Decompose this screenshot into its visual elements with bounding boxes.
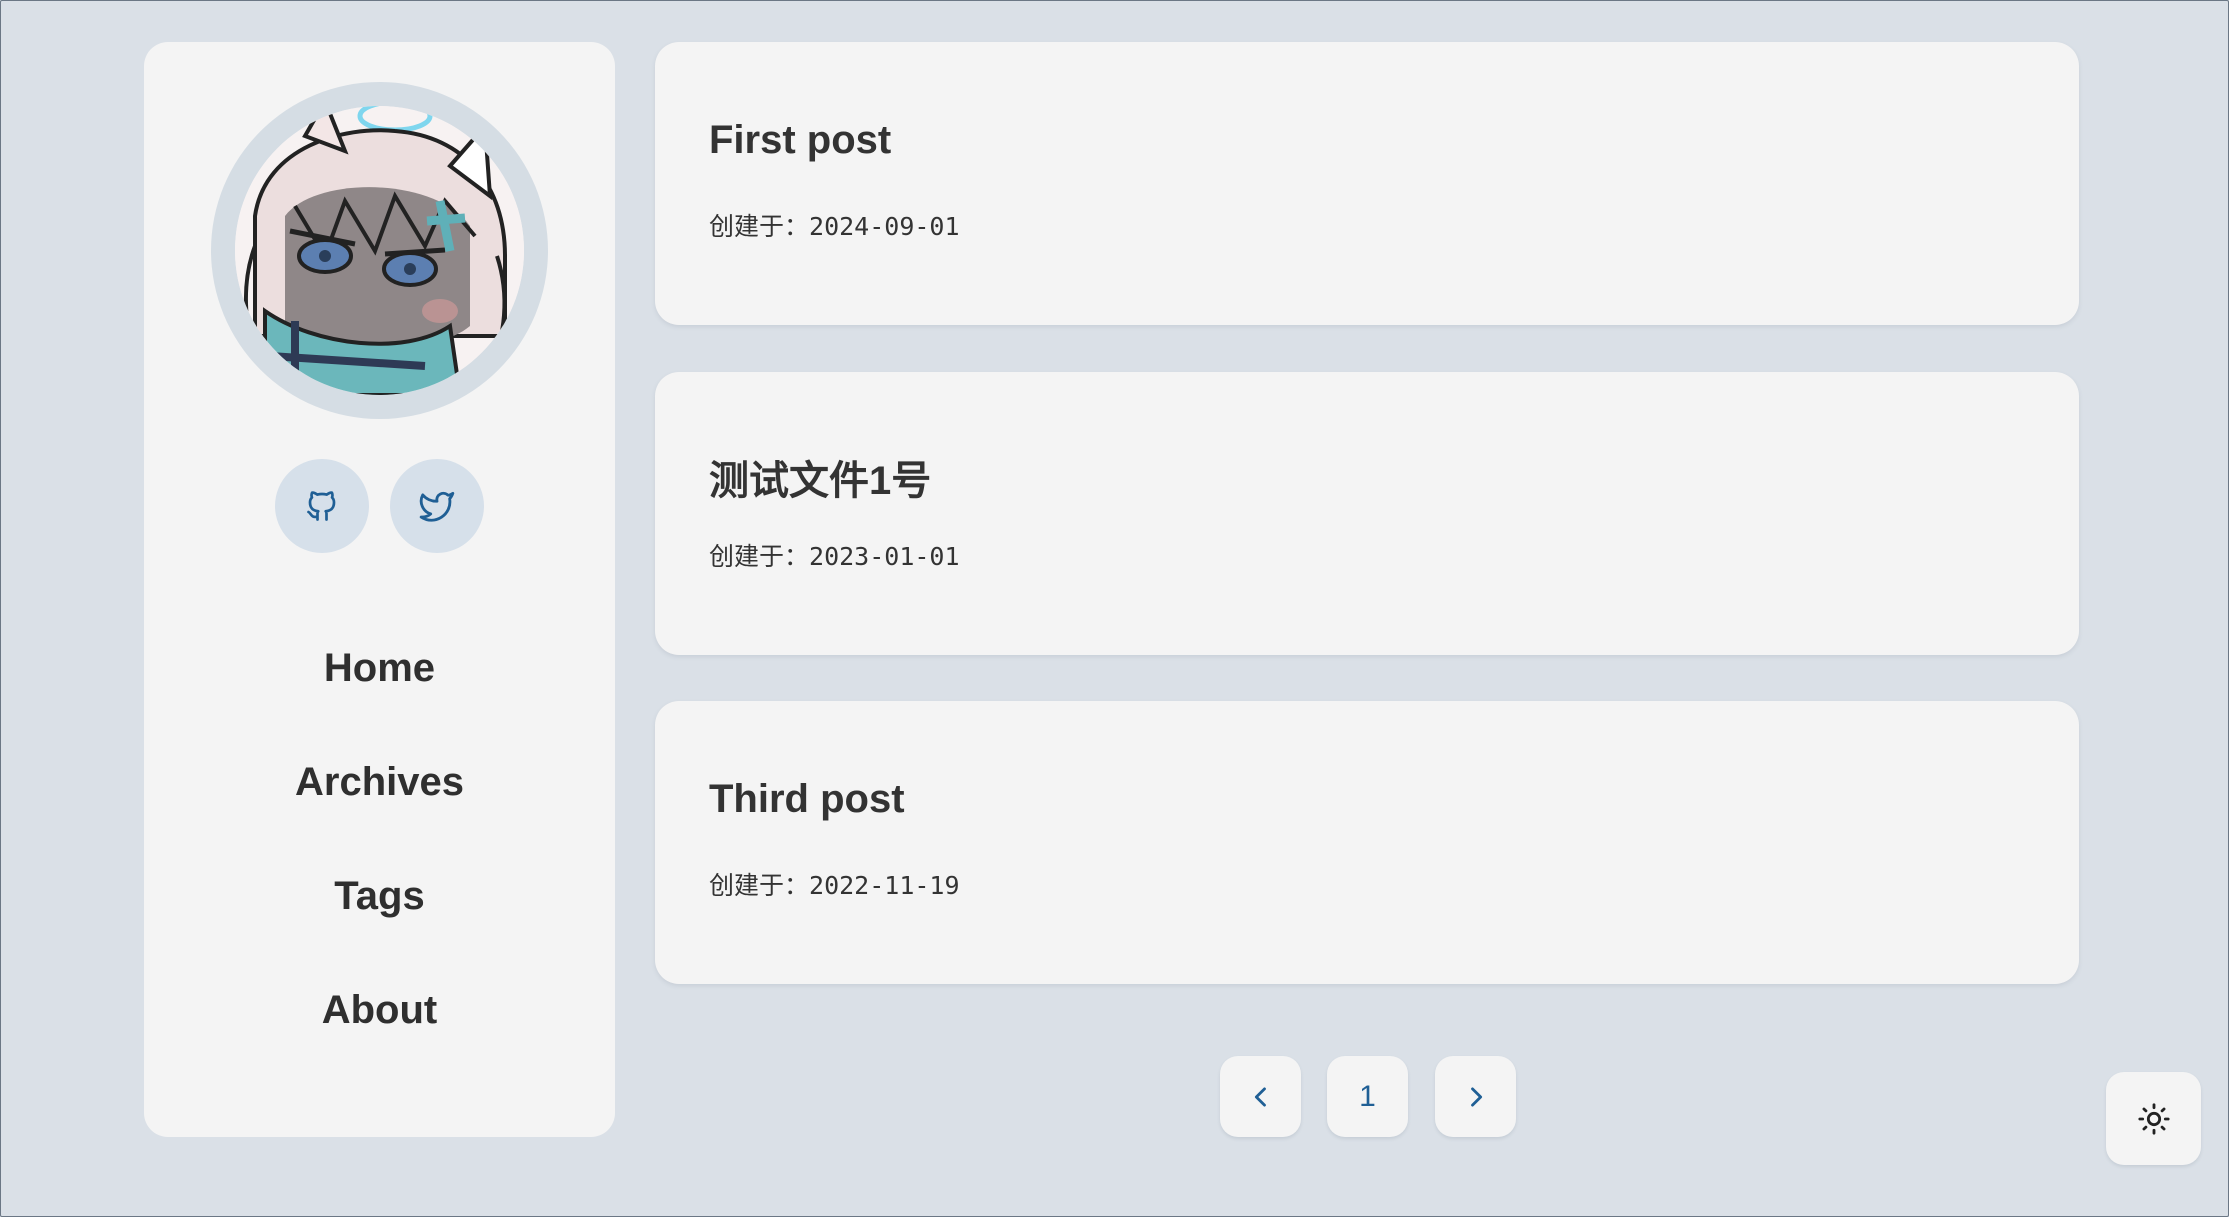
post-title[interactable]: 测试文件1号 — [709, 448, 931, 506]
nav-home[interactable]: Home — [144, 646, 615, 691]
avatar-ring — [211, 82, 548, 419]
post-date-value: 2022-11-19 — [809, 871, 960, 900]
post-title[interactable]: Third post — [709, 777, 905, 822]
post-date-value: 2024-09-01 — [809, 212, 960, 241]
post-card[interactable]: First post 创建于：2024-09-01 — [655, 42, 2079, 325]
chevron-left-icon — [1254, 1086, 1266, 1107]
prev-page-button[interactable] — [1220, 1056, 1301, 1137]
nav-tags[interactable]: Tags — [144, 874, 615, 919]
post-title[interactable]: First post — [709, 118, 891, 163]
post-card[interactable]: 测试文件1号 创建于：2023-01-01 — [655, 372, 2079, 655]
post-date-label: 创建于： — [709, 542, 810, 571]
post-date: 创建于：2024-09-01 — [709, 207, 960, 243]
browser-viewport: Home Archives Tags About First post 创建于：… — [0, 0, 2229, 1217]
github-link[interactable] — [275, 459, 369, 553]
avatar[interactable] — [235, 106, 524, 395]
nav-about[interactable]: About — [144, 988, 615, 1033]
theme-toggle-button[interactable] — [2106, 1072, 2201, 1165]
avatar-image — [235, 106, 524, 395]
page-number-button[interactable]: 1 — [1327, 1056, 1408, 1137]
post-date-value: 2023-01-01 — [809, 542, 960, 571]
nav-archives[interactable]: Archives — [144, 760, 615, 805]
twitter-link[interactable] — [390, 459, 484, 553]
post-date: 创建于：2023-01-01 — [709, 537, 960, 573]
next-page-button[interactable] — [1435, 1056, 1516, 1137]
github-icon — [307, 491, 336, 521]
chevron-right-icon — [1470, 1086, 1482, 1107]
post-date: 创建于：2022-11-19 — [709, 866, 960, 902]
post-date-label: 创建于： — [709, 212, 810, 241]
sidebar: Home Archives Tags About — [144, 42, 615, 1137]
twitter-icon — [419, 491, 455, 522]
sun-icon — [2137, 1102, 2170, 1135]
post-date-label: 创建于： — [709, 871, 810, 900]
post-card[interactable]: Third post 创建于：2022-11-19 — [655, 701, 2079, 984]
